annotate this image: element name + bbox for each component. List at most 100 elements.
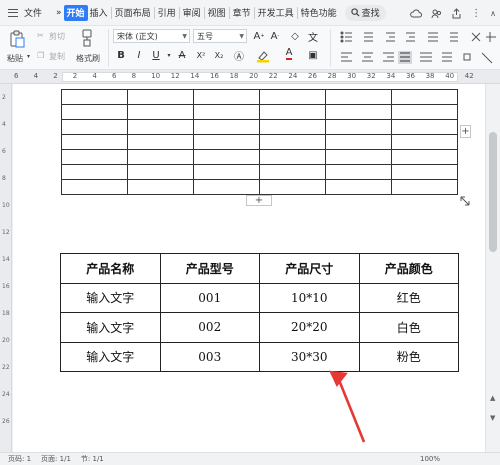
- zoom-level[interactable]: 100%: [420, 455, 440, 463]
- table-cell[interactable]: [391, 89, 458, 105]
- strikethrough-button[interactable]: A: [175, 48, 189, 62]
- table-cell[interactable]: [391, 119, 458, 135]
- table-cell[interactable]: [325, 179, 392, 195]
- table-cell[interactable]: [259, 104, 326, 120]
- table-cell[interactable]: [325, 134, 392, 150]
- search-box[interactable]: 查找: [344, 4, 386, 21]
- font-size-select[interactable]: 五号 ▼: [193, 29, 247, 43]
- share-icon[interactable]: [451, 7, 462, 19]
- table-cell[interactable]: [193, 164, 260, 180]
- table-cell[interactable]: 001: [159, 282, 260, 313]
- tab-insert[interactable]: 插入: [88, 0, 110, 26]
- superscript-button[interactable]: X²: [194, 48, 208, 62]
- tab-view[interactable]: 视图: [206, 0, 228, 26]
- table-cell[interactable]: [61, 104, 128, 120]
- table-cell[interactable]: [391, 134, 458, 150]
- add-row-button[interactable]: +: [246, 195, 272, 206]
- table-cell[interactable]: 输入文字: [60, 282, 161, 313]
- resize-table-icon[interactable]: [459, 195, 471, 207]
- table-cell[interactable]: [325, 164, 392, 180]
- header-product-name[interactable]: 产品名称: [60, 253, 161, 284]
- table-cell[interactable]: 白色: [358, 312, 459, 343]
- tab-chapter[interactable]: 章节: [231, 0, 253, 26]
- table-cell[interactable]: [193, 119, 260, 135]
- highlight-icon[interactable]: [256, 49, 270, 63]
- table-cell[interactable]: [391, 179, 458, 195]
- list-tools[interactable]: [340, 31, 500, 43]
- paste-dropdown-icon[interactable]: ▾: [27, 53, 30, 60]
- font-family-select[interactable]: 宋体 (正文) ▼: [113, 29, 190, 43]
- align-tools[interactable]: [340, 51, 500, 65]
- subscript-button[interactable]: X₂: [212, 48, 226, 62]
- chevron-down-icon[interactable]: ▾: [162, 48, 176, 62]
- char-border-icon[interactable]: ▣: [306, 48, 320, 62]
- cut-button[interactable]: 剪切: [49, 31, 65, 42]
- more-chevron-icon[interactable]: »: [54, 0, 64, 26]
- table-cell[interactable]: [193, 89, 260, 105]
- table-cell[interactable]: [127, 149, 194, 165]
- add-column-button[interactable]: +: [460, 125, 471, 138]
- table-cell[interactable]: 003: [159, 341, 260, 372]
- table-cell[interactable]: [193, 104, 260, 120]
- document-page[interactable]: + + 产品名称 产品型号 产品尺寸 产品颜色 输入文字 001 10*10 红…: [13, 84, 485, 452]
- format-painter-button[interactable]: 格式刷: [76, 53, 100, 64]
- tab-developer[interactable]: 开发工具: [256, 0, 296, 26]
- table-cell[interactable]: [193, 134, 260, 150]
- format-painter-icon[interactable]: [80, 29, 94, 47]
- table-cell[interactable]: [193, 179, 260, 195]
- clear-format-icon[interactable]: ◇: [288, 29, 302, 43]
- vertical-scrollbar[interactable]: ▲ ▼: [485, 84, 500, 452]
- bold-button[interactable]: B: [114, 48, 128, 62]
- header-product-color[interactable]: 产品颜色: [358, 253, 459, 284]
- grow-font-icon[interactable]: A +: [252, 29, 266, 43]
- collaborate-icon[interactable]: [431, 8, 442, 19]
- horizontal-ruler[interactable]: 6 4 2 2 4 6 8 10 12 14 16 18 20 22 24 26 28 30 32 34 36 38 40 4…: [0, 70, 500, 84]
- table-cell[interactable]: [325, 104, 392, 120]
- paste-button[interactable]: 粘贴: [7, 53, 23, 64]
- table-cell[interactable]: [61, 164, 128, 180]
- table-cell[interactable]: [61, 149, 128, 165]
- table-cell[interactable]: [325, 119, 392, 135]
- empty-table[interactable]: [61, 89, 458, 195]
- table-cell[interactable]: [127, 179, 194, 195]
- tab-home[interactable]: 开始: [63, 4, 88, 21]
- table-cell[interactable]: [193, 149, 260, 165]
- text-effect-icon[interactable]: Ⓐ: [232, 48, 246, 63]
- tab-references[interactable]: 引用: [156, 0, 178, 26]
- table-cell[interactable]: [127, 104, 194, 120]
- chevron-down-icon[interactable]: ▼: [490, 414, 495, 422]
- table-cell[interactable]: [127, 119, 194, 135]
- table-cell[interactable]: 20*20: [259, 312, 360, 343]
- table-cell[interactable]: [391, 104, 458, 120]
- table-cell[interactable]: [259, 164, 326, 180]
- header-product-model[interactable]: 产品型号: [159, 253, 260, 284]
- table-cell[interactable]: [127, 134, 194, 150]
- table-cell[interactable]: [259, 89, 326, 105]
- table-cell[interactable]: 002: [159, 312, 260, 343]
- chevron-up-icon[interactable]: ▲: [490, 394, 495, 402]
- file-menu[interactable]: 文件: [22, 0, 44, 26]
- shrink-font-icon[interactable]: A-: [268, 29, 282, 43]
- table-cell[interactable]: 输入文字: [60, 312, 161, 343]
- copy-button[interactable]: 复制: [49, 51, 65, 62]
- table-cell[interactable]: 10*10: [259, 282, 360, 313]
- table-cell[interactable]: 输入文字: [60, 341, 161, 372]
- table-cell[interactable]: [325, 89, 392, 105]
- table-cell[interactable]: [391, 164, 458, 180]
- cloud-icon[interactable]: [410, 8, 423, 18]
- table-cell[interactable]: [61, 89, 128, 105]
- table-cell[interactable]: [259, 134, 326, 150]
- italic-button[interactable]: I: [132, 48, 146, 62]
- table-cell[interactable]: [61, 134, 128, 150]
- tab-review[interactable]: 审阅: [181, 0, 203, 26]
- font-color-button[interactable]: A: [282, 47, 296, 61]
- vertical-ruler[interactable]: 2 4 6 8 10 12 14 16 18 20 22 24 26: [0, 84, 12, 452]
- collapse-icon[interactable]: ∧: [490, 9, 496, 18]
- table-cell[interactable]: [325, 149, 392, 165]
- table-cell[interactable]: [391, 149, 458, 165]
- header-product-size[interactable]: 产品尺寸: [259, 253, 360, 284]
- paste-icon[interactable]: [9, 30, 25, 48]
- table-cell[interactable]: [61, 179, 128, 195]
- table-cell[interactable]: 红色: [358, 282, 459, 313]
- table-cell[interactable]: [61, 119, 128, 135]
